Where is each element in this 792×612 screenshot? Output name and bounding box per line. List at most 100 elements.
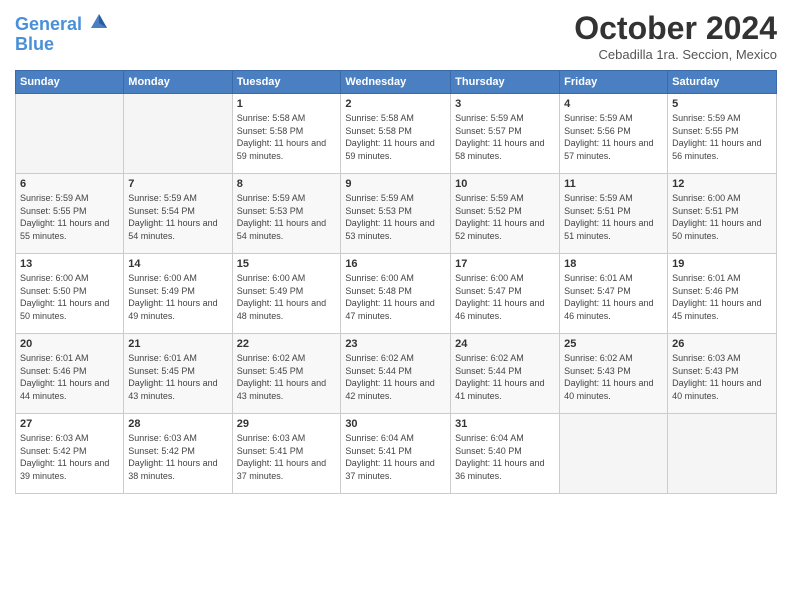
day-info: Sunrise: 5:59 AM Sunset: 5:51 PM Dayligh… — [564, 192, 663, 242]
calendar-cell: 3Sunrise: 5:59 AM Sunset: 5:57 PM Daylig… — [451, 94, 560, 174]
logo-icon — [89, 10, 109, 30]
calendar-cell: 17 Sunrise: 6:00 AM Sunset: 5:47 PM Dayli… — [451, 254, 560, 334]
day-info: Sunrise: 6:01 AM Sunset: 5:45 PM Dayligh… — [128, 352, 227, 402]
calendar-cell: 19 Sunrise: 6:01 AM Sunset: 5:46 PM Dayli… — [668, 254, 777, 334]
logo-blue: Blue — [15, 34, 54, 54]
calendar-cell: 11 Sunrise: 5:59 AM Sunset: 5:51 PM Dayli… — [560, 174, 668, 254]
day-number: 3 — [455, 98, 555, 110]
day-info: Sunrise: 6:04 AM Sunset: 5:40 PM Dayligh… — [455, 432, 555, 482]
calendar-cell: 28Sunrise: 6:03 AM Sunset: 5:42 PM Dayli… — [124, 414, 232, 494]
weekday-header-wednesday: Wednesday — [341, 71, 451, 94]
calendar-table: SundayMondayTuesdayWednesdayThursdayFrid… — [15, 70, 777, 494]
calendar-cell: 8 Sunrise: 5:59 AM Sunset: 5:53 PM Daylig… — [232, 174, 341, 254]
day-number: 16 — [345, 258, 446, 270]
calendar-cell: 18 Sunrise: 6:01 AM Sunset: 5:47 PM Dayli… — [560, 254, 668, 334]
month-title: October 2024 — [574, 10, 777, 47]
calendar-week-row: 1 Sunrise: 5:58 AM Sunset: 5:58 PM Daylig… — [16, 94, 777, 174]
day-number: 5 — [672, 98, 772, 110]
calendar-cell: 15Sunrise: 6:00 AM Sunset: 5:49 PM Dayli… — [232, 254, 341, 334]
day-info: Sunrise: 6:02 AM Sunset: 5:45 PM Dayligh… — [237, 352, 337, 402]
day-number: 30 — [345, 418, 446, 430]
day-info: Sunrise: 6:02 AM Sunset: 5:43 PM Dayligh… — [564, 352, 663, 402]
day-number: 22 — [237, 338, 337, 350]
day-number: 23 — [345, 338, 446, 350]
day-number: 7 — [128, 178, 227, 190]
day-info: Sunrise: 5:59 AM Sunset: 5:54 PM Dayligh… — [128, 192, 227, 242]
calendar-week-row: 13Sunrise: 6:00 AM Sunset: 5:50 PM Dayli… — [16, 254, 777, 334]
day-number: 8 — [237, 178, 337, 190]
logo: General Blue — [15, 10, 109, 55]
calendar-cell: 27Sunrise: 6:03 AM Sunset: 5:42 PM Dayli… — [16, 414, 124, 494]
day-number: 18 — [564, 258, 663, 270]
calendar-cell: 16 Sunrise: 6:00 AM Sunset: 5:48 PM Dayli… — [341, 254, 451, 334]
day-number: 25 — [564, 338, 663, 350]
day-info: Sunrise: 5:59 AM Sunset: 5:52 PM Dayligh… — [455, 192, 555, 242]
day-number: 29 — [237, 418, 337, 430]
day-number: 11 — [564, 178, 663, 190]
day-info: Sunrise: 6:02 AM Sunset: 5:44 PM Dayligh… — [455, 352, 555, 402]
day-info: Sunrise: 5:59 AM Sunset: 5:53 PM Dayligh… — [237, 192, 337, 242]
weekday-header-monday: Monday — [124, 71, 232, 94]
day-info: Sunrise: 6:01 AM Sunset: 5:47 PM Dayligh… — [564, 272, 663, 322]
day-number: 10 — [455, 178, 555, 190]
weekday-header-friday: Friday — [560, 71, 668, 94]
day-number: 19 — [672, 258, 772, 270]
day-info: Sunrise: 6:03 AM Sunset: 5:42 PM Dayligh… — [20, 432, 119, 482]
calendar-week-row: 27Sunrise: 6:03 AM Sunset: 5:42 PM Dayli… — [16, 414, 777, 494]
calendar-cell: 25 Sunrise: 6:02 AM Sunset: 5:43 PM Dayli… — [560, 334, 668, 414]
calendar-cell — [124, 94, 232, 174]
day-info: Sunrise: 6:00 AM Sunset: 5:47 PM Dayligh… — [455, 272, 555, 322]
calendar-cell: 6Sunrise: 5:59 AM Sunset: 5:55 PM Daylig… — [16, 174, 124, 254]
day-number: 2 — [345, 98, 446, 110]
calendar-cell: 14Sunrise: 6:00 AM Sunset: 5:49 PM Dayli… — [124, 254, 232, 334]
day-number: 4 — [564, 98, 663, 110]
day-info: Sunrise: 6:01 AM Sunset: 5:46 PM Dayligh… — [672, 272, 772, 322]
calendar-cell: 22 Sunrise: 6:02 AM Sunset: 5:45 PM Dayli… — [232, 334, 341, 414]
day-number: 14 — [128, 258, 227, 270]
calendar-cell: 26 Sunrise: 6:03 AM Sunset: 5:43 PM Dayli… — [668, 334, 777, 414]
header: General Blue October 2024 Cebadilla 1ra.… — [15, 10, 777, 62]
day-info: Sunrise: 6:00 AM Sunset: 5:48 PM Dayligh… — [345, 272, 446, 322]
day-info: Sunrise: 6:00 AM Sunset: 5:50 PM Dayligh… — [20, 272, 119, 322]
day-number: 17 — [455, 258, 555, 270]
calendar-cell: 20 Sunrise: 6:01 AM Sunset: 5:46 PM Dayli… — [16, 334, 124, 414]
calendar-cell: 24 Sunrise: 6:02 AM Sunset: 5:44 PM Dayli… — [451, 334, 560, 414]
calendar-week-row: 6Sunrise: 5:59 AM Sunset: 5:55 PM Daylig… — [16, 174, 777, 254]
page-container: General Blue October 2024 Cebadilla 1ra.… — [0, 0, 792, 612]
calendar-cell: 23Sunrise: 6:02 AM Sunset: 5:44 PM Dayli… — [341, 334, 451, 414]
day-info: Sunrise: 5:59 AM Sunset: 5:55 PM Dayligh… — [672, 112, 772, 162]
day-number: 26 — [672, 338, 772, 350]
calendar-cell: 10 Sunrise: 5:59 AM Sunset: 5:52 PM Dayli… — [451, 174, 560, 254]
day-number: 21 — [128, 338, 227, 350]
calendar-cell: 21 Sunrise: 6:01 AM Sunset: 5:45 PM Dayli… — [124, 334, 232, 414]
weekday-header-tuesday: Tuesday — [232, 71, 341, 94]
day-number: 28 — [128, 418, 227, 430]
calendar-cell: 13Sunrise: 6:00 AM Sunset: 5:50 PM Dayli… — [16, 254, 124, 334]
calendar-cell: 12Sunrise: 6:00 AM Sunset: 5:51 PM Dayli… — [668, 174, 777, 254]
title-block: October 2024 Cebadilla 1ra. Seccion, Mex… — [574, 10, 777, 62]
day-number: 9 — [345, 178, 446, 190]
day-info: Sunrise: 6:01 AM Sunset: 5:46 PM Dayligh… — [20, 352, 119, 402]
day-number: 6 — [20, 178, 119, 190]
day-number: 20 — [20, 338, 119, 350]
location-subtitle: Cebadilla 1ra. Seccion, Mexico — [574, 47, 777, 62]
weekday-header-sunday: Sunday — [16, 71, 124, 94]
calendar-cell: 1 Sunrise: 5:58 AM Sunset: 5:58 PM Daylig… — [232, 94, 341, 174]
calendar-cell: 5 Sunrise: 5:59 AM Sunset: 5:55 PM Daylig… — [668, 94, 777, 174]
calendar-cell: 9Sunrise: 5:59 AM Sunset: 5:53 PM Daylig… — [341, 174, 451, 254]
calendar-cell: 30 Sunrise: 6:04 AM Sunset: 5:41 PM Dayli… — [341, 414, 451, 494]
calendar-cell: 29Sunrise: 6:03 AM Sunset: 5:41 PM Dayli… — [232, 414, 341, 494]
day-number: 24 — [455, 338, 555, 350]
day-info: Sunrise: 5:59 AM Sunset: 5:56 PM Dayligh… — [564, 112, 663, 162]
logo-general: General — [15, 14, 82, 34]
day-number: 1 — [237, 98, 337, 110]
day-info: Sunrise: 6:04 AM Sunset: 5:41 PM Dayligh… — [345, 432, 446, 482]
calendar-cell: 7 Sunrise: 5:59 AM Sunset: 5:54 PM Daylig… — [124, 174, 232, 254]
calendar-header-row: SundayMondayTuesdayWednesdayThursdayFrid… — [16, 71, 777, 94]
day-info: Sunrise: 5:58 AM Sunset: 5:58 PM Dayligh… — [237, 112, 337, 162]
day-number: 15 — [237, 258, 337, 270]
day-info: Sunrise: 6:03 AM Sunset: 5:43 PM Dayligh… — [672, 352, 772, 402]
calendar-week-row: 20 Sunrise: 6:01 AM Sunset: 5:46 PM Dayli… — [16, 334, 777, 414]
weekday-header-saturday: Saturday — [668, 71, 777, 94]
day-number: 12 — [672, 178, 772, 190]
